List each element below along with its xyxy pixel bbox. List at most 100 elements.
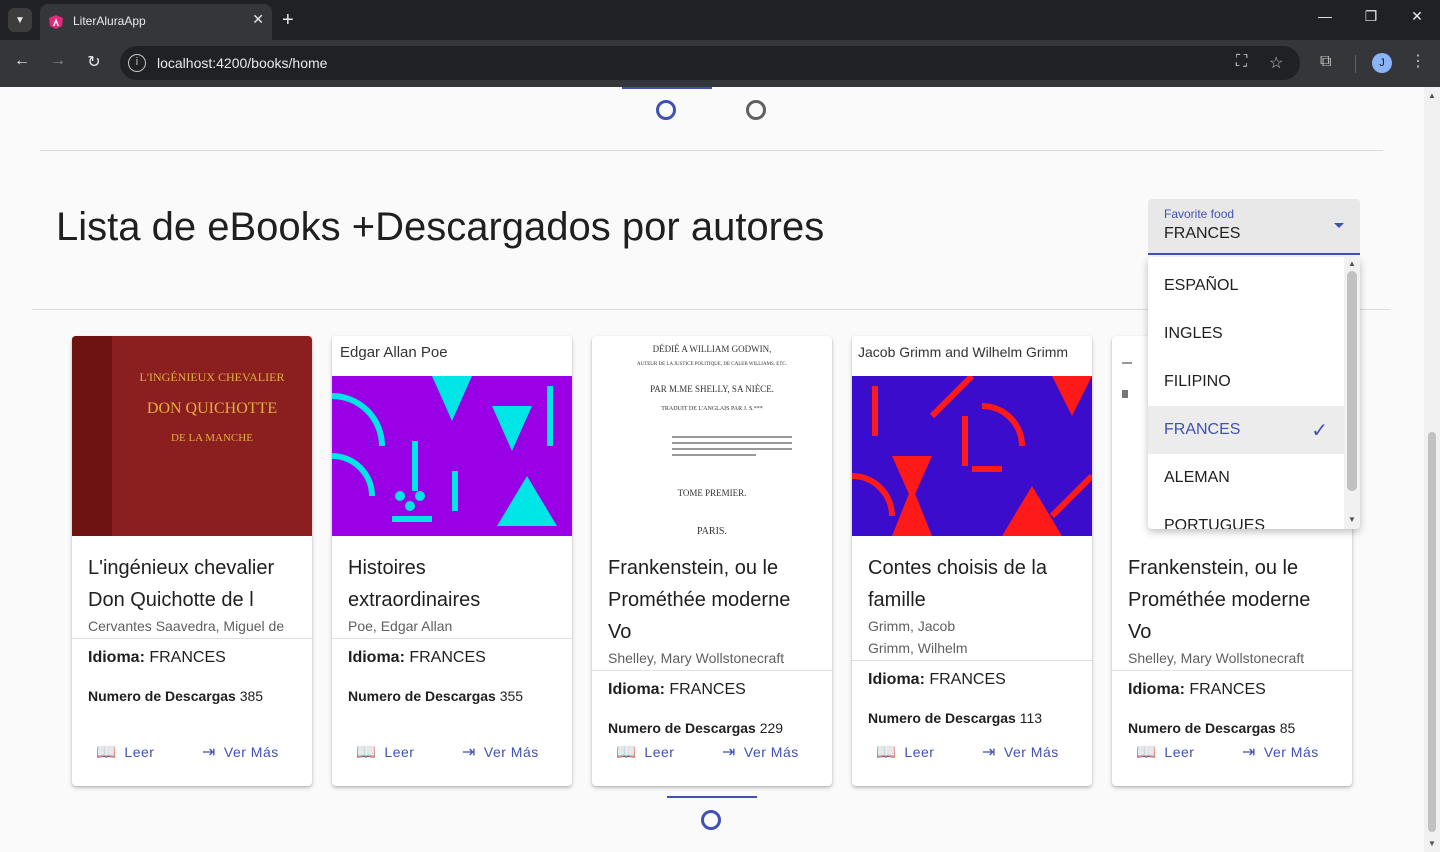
cover-text-line: DÉDIÉ A WILLIAM GODWIN, [652, 344, 772, 354]
book-author: Grimm, Jacob [868, 618, 956, 634]
see-more-button[interactable]: ⇥ Ver Más [202, 742, 279, 762]
option-frances[interactable]: FRANCES ✓ [1148, 406, 1344, 454]
language-label: Idioma: [1128, 681, 1185, 698]
browser-menu-icon[interactable]: ⋮ [1410, 51, 1426, 71]
downloads-value: 355 [499, 688, 524, 704]
see-more-button[interactable]: ⇥ Ver Más [462, 742, 539, 762]
dropdown-scroll-thumb[interactable] [1347, 271, 1357, 491]
paginator-radio[interactable] [746, 100, 766, 120]
cover-epigraph [672, 432, 792, 466]
cover-pattern-svg [852, 376, 1092, 536]
page-scrollbar[interactable]: ▲ ▼ [1424, 87, 1440, 852]
scroll-up-icon[interactable]: ▲ [1428, 91, 1436, 100]
option-aleman[interactable]: ALEMAN [1148, 454, 1344, 502]
language-label: Idioma: [868, 671, 925, 688]
see-more-button[interactable]: ⇥ Ver Más [722, 742, 799, 762]
dropdown-scrollbar[interactable]: ▲ ▼ [1344, 257, 1360, 529]
address-bar[interactable]: i localhost:4200/books/home ⛶ ☆ [120, 46, 1300, 80]
scroll-down-icon[interactable]: ▼ [1428, 839, 1436, 848]
cover-text-line: DE LA MANCHE [171, 432, 253, 444]
minimize-window-icon[interactable]: — [1313, 8, 1337, 24]
book-language: Idioma: FRANCES [1128, 681, 1266, 699]
back-icon[interactable]: ← [10, 52, 34, 70]
page-content: Lista de eBooks +Descargados por autores… [0, 87, 1424, 852]
page-scroll-thumb[interactable] [1428, 432, 1436, 832]
new-tab-button[interactable]: + [282, 8, 294, 32]
read-button[interactable]: 📖 Leer [876, 742, 934, 762]
login-arrow-icon: ⇥ [462, 744, 476, 761]
browser-tab-bar: ▼ LiterAluraApp ✕ + — ❐ ✕ [0, 0, 1440, 40]
option-portugues[interactable]: PORTUGUES [1148, 502, 1344, 529]
book-card: L'INGÉNIEUX CHEVALIER DON QUICHOTTE DE L… [72, 336, 312, 786]
scroll-up-icon[interactable]: ▲ [1348, 259, 1356, 268]
site-info-icon[interactable]: i [128, 54, 146, 72]
language-label: Idioma: [348, 649, 405, 666]
option-label: FRANCES [1164, 421, 1241, 438]
book-author: Cervantes Saavedra, Miguel de [88, 618, 285, 634]
see-more-label: Ver Más [223, 744, 279, 760]
restore-window-icon[interactable]: ❐ [1359, 8, 1383, 25]
forward-icon[interactable]: → [46, 52, 70, 70]
language-dropdown-panel: ESPAÑOL INGLES FILIPINO FRANCES ✓ ALEMAN… [1148, 257, 1360, 529]
login-arrow-icon: ⇥ [202, 744, 216, 761]
bottom-active-indicator [667, 796, 757, 798]
downloads-label: Numero de Descargas [1128, 720, 1276, 736]
option-ingles[interactable]: INGLES [1148, 310, 1344, 358]
paginator-radio-active[interactable] [656, 100, 676, 120]
read-label: Leer [1164, 744, 1195, 760]
read-button[interactable]: 📖 Leer [616, 742, 674, 762]
option-filipino[interactable]: FILIPINO [1148, 358, 1344, 406]
book-language: Idioma: FRANCES [88, 649, 226, 667]
read-button[interactable]: 📖 Leer [1136, 742, 1194, 762]
url-text[interactable]: localhost:4200/books/home [157, 55, 327, 71]
tab-search-button[interactable]: ▼ [8, 8, 32, 32]
cover-text-line: PARIS. [697, 526, 727, 536]
downloads-value: 113 [1019, 710, 1043, 726]
cover-author: Edgar Allan Poe [340, 344, 448, 361]
see-more-button[interactable]: ⇥ Ver Más [1242, 742, 1319, 762]
book-cover-image: Edgar Allan Poe [332, 336, 572, 536]
reload-icon[interactable]: ↻ [82, 52, 106, 72]
profile-avatar[interactable]: J [1372, 53, 1392, 73]
close-window-icon[interactable]: ✕ [1405, 8, 1429, 25]
bookmark-star-icon[interactable]: ☆ [1269, 53, 1283, 73]
tab-close-icon[interactable]: ✕ [252, 11, 264, 28]
extensions-icon[interactable]: ⧉ [1320, 53, 1331, 71]
cover-spine [72, 336, 112, 536]
option-espanol[interactable]: ESPAÑOL [1148, 262, 1344, 310]
section-divider [40, 150, 1383, 151]
paginator-radio-active[interactable] [701, 810, 721, 830]
book-downloads: Numero de Descargas 385 [88, 688, 263, 704]
downloads-label: Numero de Descargas [868, 710, 1016, 726]
see-more-button[interactable]: ⇥ Ver Más [982, 742, 1059, 762]
read-label: Leer [904, 744, 935, 760]
scroll-down-icon[interactable]: ▼ [1348, 515, 1356, 524]
book-cover-image: DÉDIÉ A WILLIAM GODWIN, AUTEUR DE LA JUS… [592, 336, 832, 536]
book-language: Idioma: FRANCES [348, 649, 486, 667]
language-value: FRANCES [409, 649, 486, 666]
browser-tab[interactable]: LiterAluraApp ✕ [40, 4, 272, 40]
language-select[interactable]: Favorite food FRANCES [1148, 199, 1360, 255]
book-downloads: Numero de Descargas 113 [868, 710, 1042, 726]
read-button[interactable]: 📖 Leer [356, 742, 414, 762]
login-arrow-icon: ⇥ [982, 744, 996, 761]
book-downloads: Numero de Descargas 229 [608, 720, 783, 736]
translate-icon[interactable]: ⛶ [1236, 53, 1247, 71]
card-divider [72, 638, 312, 639]
language-value: FRANCES [1189, 681, 1266, 698]
cover-pattern-svg [332, 376, 572, 536]
book-language: Idioma: FRANCES [868, 671, 1006, 689]
cover-text-line: TRADUIT DE L'ANGLAIS PAR J. S.*** [661, 406, 763, 412]
book-downloads: Numero de Descargas 85 [1128, 720, 1295, 736]
language-value: FRANCES [149, 649, 226, 666]
book-card: Edgar Allan Poe Histoires extraordinaire… [332, 336, 572, 786]
book-title: Histoires extraordinaires [348, 557, 481, 611]
cover-text-line: PAR M.ME SHELLY, SA NIÈCE. [650, 384, 774, 394]
cover-text-line: TOME PREMIER. [677, 488, 747, 498]
downloads-label: Numero de Descargas [348, 688, 496, 704]
read-label: Leer [644, 744, 675, 760]
see-more-label: Ver Más [1263, 744, 1319, 760]
login-arrow-icon: ⇥ [722, 744, 736, 761]
book-cover-image: Jacob Grimm and Wilhelm Grimm [852, 336, 1092, 536]
read-button[interactable]: 📖 Leer [96, 742, 154, 762]
